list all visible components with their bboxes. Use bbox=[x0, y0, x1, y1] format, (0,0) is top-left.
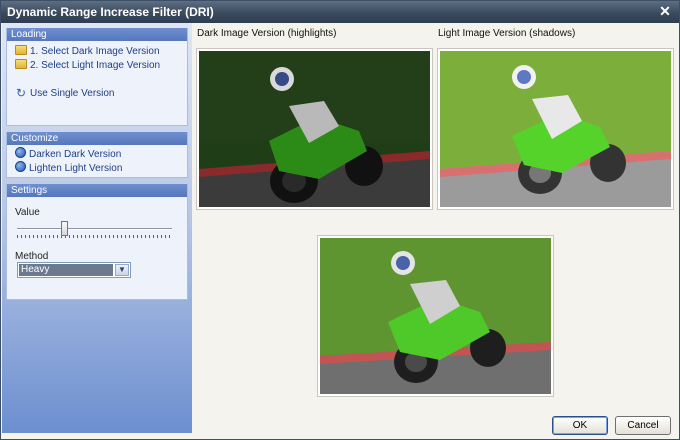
light-motorcycle-photo bbox=[440, 51, 671, 207]
result-preview-image bbox=[320, 238, 551, 394]
loading-panel: Loading 1. Select Dark Image Version 2. … bbox=[6, 28, 188, 126]
cancel-button[interactable]: Cancel bbox=[615, 416, 671, 435]
darken-dark-version-label: Darken Dark Version bbox=[29, 149, 122, 160]
value-slider-ticks bbox=[17, 235, 172, 238]
loading-panel-header[interactable]: Loading bbox=[7, 28, 187, 41]
close-icon[interactable]: ✕ bbox=[657, 4, 673, 20]
lighten-light-version-label: Lighten Light Version bbox=[29, 163, 123, 174]
select-light-image-label: 2. Select Light Image Version bbox=[30, 60, 161, 71]
title-bar: Dynamic Range Increase Filter (DRI) ✕ bbox=[1, 1, 679, 23]
dark-motorcycle-photo bbox=[199, 51, 430, 207]
value-slider-track[interactable] bbox=[17, 228, 172, 230]
customize-panel: Customize Darken Dark Version Lighten Li… bbox=[6, 132, 188, 178]
select-dark-image-label: 1. Select Dark Image Version bbox=[30, 46, 160, 57]
value-slider-thumb[interactable] bbox=[61, 221, 69, 236]
folder-icon bbox=[15, 59, 27, 69]
value-label: Value bbox=[15, 207, 40, 218]
chevron-down-icon[interactable]: ▼ bbox=[115, 264, 129, 276]
darken-icon bbox=[15, 147, 26, 158]
light-preview-caption: Light Image Version (shadows) bbox=[438, 28, 576, 39]
result-motorcycle-photo bbox=[320, 238, 551, 394]
light-preview-image bbox=[440, 51, 671, 207]
result-preview bbox=[317, 235, 554, 397]
darken-dark-version-link[interactable]: Darken Dark Version bbox=[15, 147, 121, 161]
method-label: Method bbox=[15, 251, 49, 262]
folder-icon bbox=[15, 45, 27, 55]
use-single-version-link[interactable]: ↻ Use Single Version bbox=[15, 87, 115, 101]
dark-preview bbox=[196, 48, 433, 210]
select-light-image-link[interactable]: 2. Select Light Image Version bbox=[15, 59, 160, 73]
dark-preview-caption: Dark Image Version (highlights) bbox=[197, 28, 337, 39]
window-title: Dynamic Range Increase Filter (DRI) bbox=[7, 5, 214, 19]
refresh-icon: ↻ bbox=[15, 86, 27, 100]
lighten-light-version-link[interactable]: Lighten Light Version bbox=[15, 161, 122, 175]
task-sidebar: Loading 1. Select Dark Image Version 2. … bbox=[2, 23, 192, 433]
light-preview bbox=[437, 48, 674, 210]
ok-button[interactable]: OK bbox=[552, 416, 608, 435]
select-dark-image-link[interactable]: 1. Select Dark Image Version bbox=[15, 45, 160, 59]
settings-panel: Settings Value Method Heavy ▼ bbox=[6, 184, 188, 300]
customize-panel-header[interactable]: Customize bbox=[7, 132, 187, 145]
dark-preview-image bbox=[199, 51, 430, 207]
lighten-icon bbox=[15, 161, 26, 172]
method-select[interactable]: Heavy ▼ bbox=[17, 262, 131, 278]
method-select-value: Heavy bbox=[19, 264, 113, 276]
use-single-version-label: Use Single Version bbox=[30, 88, 115, 99]
settings-panel-header[interactable]: Settings bbox=[7, 184, 187, 197]
dri-dialog: Dynamic Range Increase Filter (DRI) ✕ Lo… bbox=[0, 0, 680, 440]
